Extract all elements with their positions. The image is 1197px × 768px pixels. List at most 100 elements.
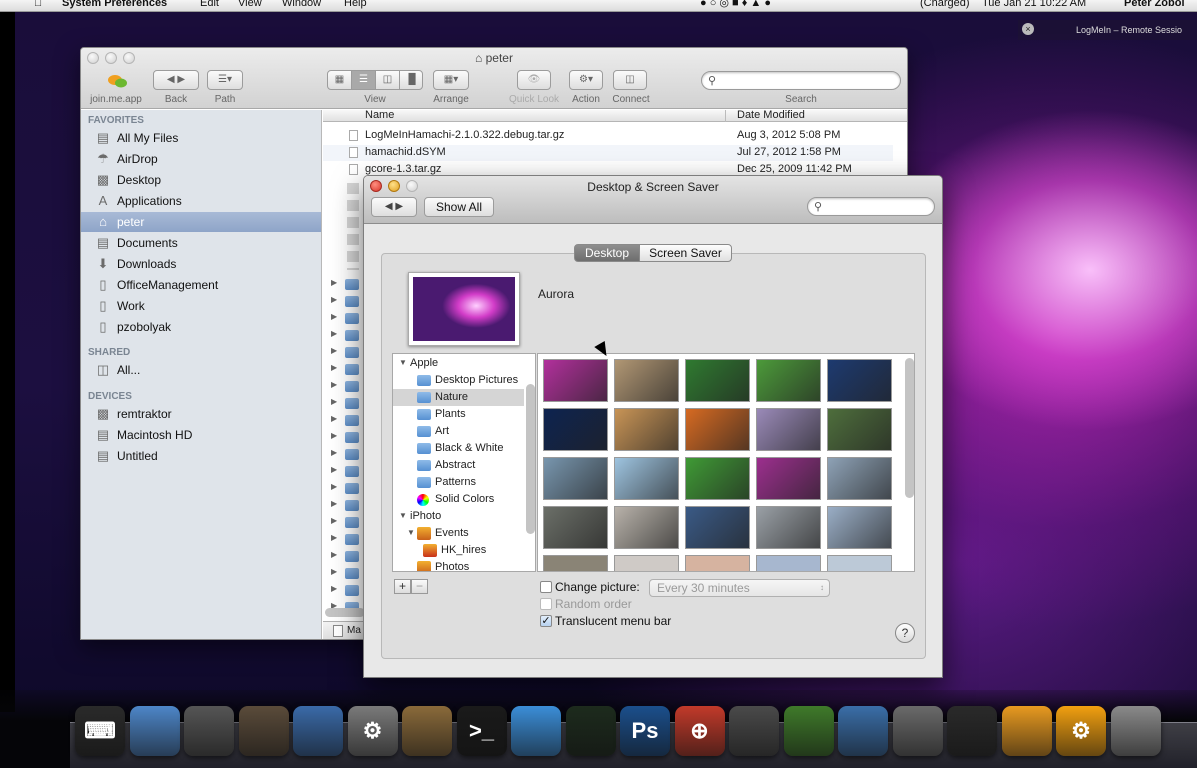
change-interval-select[interactable]: Every 30 minutes ↕ xyxy=(649,579,830,597)
menu-clock[interactable]: Tue Jan 21 10:22 AM xyxy=(982,0,1086,9)
folder-row[interactable]: ▶ xyxy=(323,429,359,445)
column-date-modified[interactable]: Date Modified xyxy=(737,110,805,121)
thumbnail-ladybug-leaf[interactable] xyxy=(685,457,750,500)
sidebar-item-officemanagement[interactable]: ▯ OfficeManagement xyxy=(81,275,321,295)
keyboard-icon[interactable]: ⌨ xyxy=(75,706,125,756)
source-iphoto[interactable]: ▼ iPhoto xyxy=(393,508,524,525)
source-apple[interactable]: ▼ Apple xyxy=(393,355,524,372)
launchpad-icon[interactable] xyxy=(184,706,234,756)
disclosure-triangle-icon[interactable]: ▶ xyxy=(331,329,337,338)
source-plants[interactable]: Plants xyxy=(393,406,524,423)
finder-icon[interactable] xyxy=(129,706,180,756)
source-abstract[interactable]: Abstract xyxy=(393,457,524,474)
menu-window[interactable]: Window xyxy=(282,0,321,9)
sidebar-item-pzobolyak[interactable]: ▯ pzobolyak xyxy=(81,317,321,337)
thumbnail-ladybugs[interactable] xyxy=(685,359,750,402)
sidebar-item-remtraktor[interactable]: ▩ remtraktor xyxy=(81,404,321,424)
folder-row[interactable]: ▶ xyxy=(323,344,359,360)
folder-row[interactable]: ▶ xyxy=(323,497,359,513)
source-list-scrollbar[interactable] xyxy=(526,384,535,534)
hamachi-icon[interactable] xyxy=(783,706,834,756)
action-button[interactable]: ⚙▾ xyxy=(569,70,603,90)
prefs-search-input[interactable]: ⚲ xyxy=(807,197,935,216)
sidebar-item-shared-all[interactable]: ◫ All... xyxy=(81,360,321,380)
remove-folder-button[interactable]: − xyxy=(411,579,428,594)
system-preferences-icon[interactable]: ⚙ xyxy=(347,706,398,756)
translucent-menu-bar-checkbox[interactable]: ✓ xyxy=(540,615,552,627)
disclosure-triangle-icon[interactable]: ▶ xyxy=(331,431,337,440)
thumbnail-aurora-2[interactable] xyxy=(756,457,821,500)
terminal-icon[interactable]: >_ xyxy=(456,706,507,756)
column-name[interactable]: Name xyxy=(365,110,394,121)
disclosure-triangle-icon[interactable]: ▶ xyxy=(331,584,337,593)
disclosure-triangle-icon[interactable]: ▶ xyxy=(331,312,337,321)
arrange-button[interactable]: ▦▾ xyxy=(433,70,469,90)
thumbnail-partial[interactable] xyxy=(756,555,821,571)
folder-row[interactable]: ▶ xyxy=(323,480,359,496)
joinme-icon[interactable] xyxy=(1001,706,1052,756)
folder-row[interactable]: ▶ xyxy=(323,446,359,462)
menu-help[interactable]: Help xyxy=(344,0,367,9)
source-nature[interactable]: Nature xyxy=(393,389,524,406)
user-menu[interactable]: Peter Zobol xyxy=(1124,0,1185,9)
thumbnail-snow-tree[interactable] xyxy=(827,457,892,500)
battery-status[interactable]: (Charged) xyxy=(920,0,970,9)
disclosure-triangle-icon[interactable]: ▶ xyxy=(331,346,337,355)
finder-search-input[interactable]: ⚲ xyxy=(701,71,901,90)
safari-icon[interactable] xyxy=(511,706,561,756)
file-row[interactable]: hamachid.dSYM Jul 27, 2012 1:58 PM xyxy=(323,145,893,161)
column-view-button[interactable]: ◫ xyxy=(376,71,400,89)
view-segmented-control[interactable]: ▦ ☰ ◫ █ xyxy=(327,70,423,90)
disclosure-triangle-icon[interactable]: ▶ xyxy=(331,533,337,542)
disclosure-triangle-icon[interactable]: ▶ xyxy=(331,550,337,559)
thumbnail-partial[interactable] xyxy=(543,555,608,571)
tab-desktop[interactable]: Desktop xyxy=(574,244,640,262)
menu-view[interactable]: View xyxy=(238,0,262,9)
sidebar-item-work[interactable]: ▯ Work xyxy=(81,296,321,316)
thumbnail-partial[interactable] xyxy=(614,555,679,571)
sidebar-item-peter[interactable]: ⌂ peter xyxy=(81,212,321,232)
sidebar-item-documents[interactable]: ▤ Documents xyxy=(81,233,321,253)
thumbnail-aurora[interactable] xyxy=(543,359,608,402)
disclosure-triangle-icon[interactable]: ▶ xyxy=(331,380,337,389)
thumbnail-earth-horizon[interactable] xyxy=(827,359,892,402)
disclosure-triangle-icon[interactable]: ▶ xyxy=(331,448,337,457)
folder-row[interactable]: ▶ xyxy=(323,463,359,479)
connect-button[interactable]: ◫ xyxy=(613,70,647,90)
disclosure-triangle-icon[interactable]: ▼ xyxy=(399,358,407,367)
folder-row[interactable]: ▶ xyxy=(323,276,359,292)
status-icons[interactable]: ● ○ ◎ ■ ♦ ▲ ● xyxy=(700,0,771,9)
back-forward-buttons[interactable]: ◀ ▶ xyxy=(153,70,199,90)
folder-row[interactable]: ▶ xyxy=(323,310,359,326)
source-photos[interactable]: Photos xyxy=(393,559,524,571)
sidebar-item-all-my-files[interactable]: ▤ All My Files xyxy=(81,128,321,148)
thumbnail-earth-globe[interactable] xyxy=(543,408,608,451)
path-bar-label[interactable]: Ma xyxy=(347,625,361,636)
thumbnail-zen-stones[interactable] xyxy=(543,506,608,549)
thumbnail-ocean-horizon[interactable] xyxy=(543,457,608,500)
sidebar-item-downloads[interactable]: ⬇ Downloads xyxy=(81,254,321,274)
thumbnail-lake-sunset[interactable] xyxy=(614,408,679,451)
path-button[interactable]: ☰▾ xyxy=(207,70,243,90)
folder-row[interactable]: ▶ xyxy=(323,327,359,343)
source-hk-hires[interactable]: HK_hires xyxy=(393,542,524,559)
change-picture-checkbox[interactable] xyxy=(540,581,552,593)
source-events[interactable]: ▼ Events xyxy=(393,525,524,542)
folder-row[interactable]: ▶ xyxy=(323,293,359,309)
disclosure-triangle-icon[interactable]: ▶ xyxy=(331,414,337,423)
add-folder-button[interactable]: + xyxy=(394,579,411,594)
source-desktop-pictures[interactable]: Desktop Pictures xyxy=(393,372,524,389)
close-icon[interactable]: × xyxy=(1022,23,1034,35)
help-button[interactable]: ? xyxy=(895,623,915,643)
sidebar-item-applications[interactable]: A Applications xyxy=(81,191,321,211)
source-black-white[interactable]: Black & White xyxy=(393,440,524,457)
disclosure-triangle-icon[interactable]: ▼ xyxy=(407,528,415,537)
thumbnail-pebbles[interactable] xyxy=(614,506,679,549)
list-view-button[interactable]: ☰ xyxy=(352,71,376,89)
horizontal-scrollbar[interactable] xyxy=(325,608,365,617)
folder-row[interactable]: ▶ xyxy=(323,378,359,394)
thumbnail-snow-leopard[interactable] xyxy=(756,506,821,549)
folder-row[interactable]: ▶ xyxy=(323,361,359,377)
preview-icon[interactable] xyxy=(892,706,943,756)
tab-screen-saver[interactable]: Screen Saver xyxy=(639,244,732,262)
